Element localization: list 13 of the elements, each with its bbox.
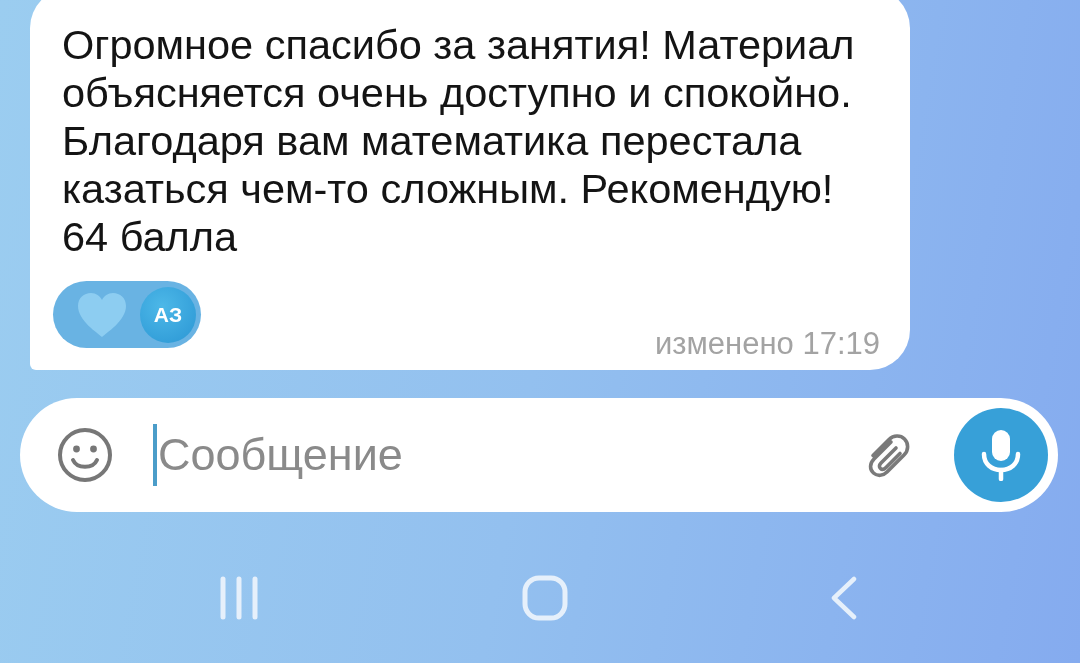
voice-message-button[interactable] xyxy=(954,408,1048,502)
smiley-icon[interactable] xyxy=(57,427,113,483)
back-icon[interactable] xyxy=(830,575,858,620)
heart-icon xyxy=(76,290,128,339)
user-avatar: АЗ xyxy=(140,286,196,343)
reaction-chip[interactable]: АЗ xyxy=(53,281,201,348)
message-input[interactable]: Сообщение xyxy=(158,424,860,486)
home-icon[interactable] xyxy=(522,574,568,621)
microphone-icon xyxy=(981,429,1021,481)
recent-apps-icon[interactable] xyxy=(218,574,260,621)
message-text: Огромное спасибо за занятия! Материал объясняется очень доступно и спокойно. Благодаря вам математика перестала казаться чем-то сложным. Рекомендую! 64 балла xyxy=(62,21,856,261)
edited-timestamp: изменено 17:19 xyxy=(655,328,880,360)
message-composer[interactable]: Сообщение xyxy=(20,398,1058,512)
